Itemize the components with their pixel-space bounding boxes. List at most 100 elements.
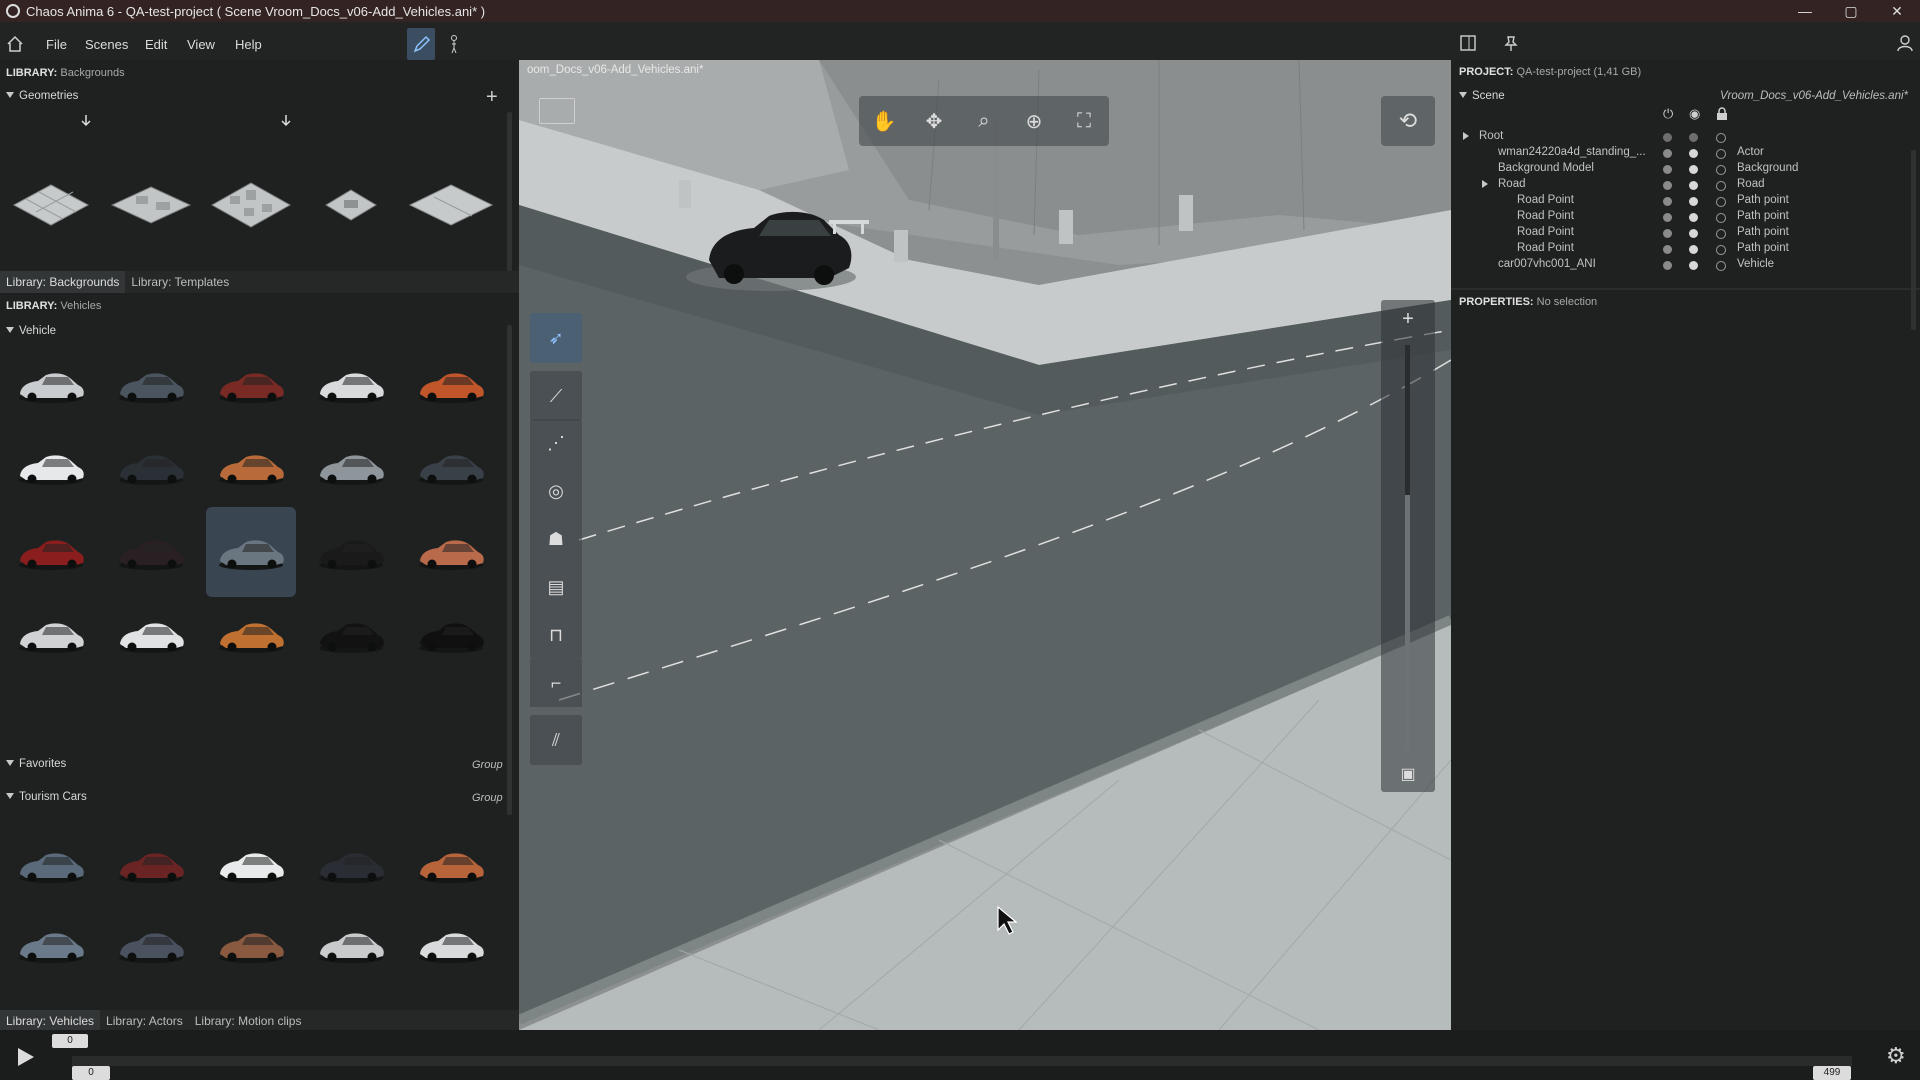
enable-toggle[interactable] <box>1663 197 1672 206</box>
scene-tree-item[interactable]: Road <box>1498 178 1526 190</box>
section-geometries[interactable]: Geometries <box>6 90 78 102</box>
tourism-car-thumb[interactable] <box>306 900 396 990</box>
visibility-toggle[interactable] <box>1689 181 1698 190</box>
scene-tree-item[interactable]: car007vhc001_ANI <box>1498 258 1596 270</box>
scene-tree-item[interactable]: Road Point <box>1517 242 1574 254</box>
lock-toggle[interactable] <box>1716 245 1726 255</box>
zoom-icon[interactable]: ⌕ <box>968 110 1000 133</box>
geometry-thumb[interactable] <box>406 160 496 250</box>
current-frame[interactable]: 0 <box>52 1034 88 1048</box>
escalator-icon[interactable]: ▤ <box>530 563 582 611</box>
vehicle-thumb[interactable] <box>406 590 496 680</box>
vehicle-thumb[interactable] <box>106 340 196 430</box>
enable-toggle[interactable] <box>1663 165 1672 174</box>
tourism-car-thumb[interactable] <box>106 900 196 990</box>
panel-toggle-icon[interactable] <box>1459 34 1477 52</box>
lock-toggle[interactable] <box>1716 197 1726 207</box>
tourism-car-thumb[interactable] <box>406 900 496 990</box>
menu-edit[interactable]: Edit <box>145 37 167 52</box>
3d-viewport[interactable]: oom_Docs_v06-Add_Vehicles.ani* ✋ ✥ ⌕ ⊕ ⛶… <box>519 60 1451 1030</box>
edit-mode-button[interactable] <box>407 28 435 60</box>
zoom-slider[interactable]: + ▣ <box>1381 300 1435 792</box>
scene-tree-item[interactable]: Background Model <box>1498 162 1594 174</box>
maximize-button[interactable]: ▢ <box>1828 0 1874 22</box>
tab-library-actors[interactable]: Library: Actors <box>100 1010 189 1032</box>
vehicle-thumb[interactable] <box>406 422 496 512</box>
scrollbar[interactable] <box>507 112 512 278</box>
enable-toggle[interactable] <box>1663 181 1672 190</box>
image-preview-icon[interactable]: ▣ <box>1381 764 1435 784</box>
lock-toggle[interactable] <box>1716 181 1726 191</box>
close-button[interactable]: ✕ <box>1874 0 1920 22</box>
geometry-thumb[interactable] <box>306 160 396 250</box>
select-tool-button[interactable]: ➶ <box>530 313 582 363</box>
enable-toggle[interactable] <box>1663 261 1672 270</box>
tab-library-vehicles[interactable]: Library: Vehicles <box>0 1010 101 1032</box>
geometry-thumb[interactable] <box>206 160 296 250</box>
draw-path-tool-button[interactable]: ⟋ <box>530 371 582 421</box>
visibility-toggle[interactable] <box>1689 133 1698 142</box>
reset-view-button[interactable]: ⟲ <box>1381 96 1435 146</box>
scrollbar[interactable] <box>1911 150 1916 330</box>
edit-points-icon[interactable]: ⋰ <box>530 419 582 467</box>
visibility-toggle[interactable] <box>1689 245 1698 254</box>
vehicle-thumb[interactable] <box>306 340 396 430</box>
visibility-eye-icon[interactable]: ◉ <box>1689 106 1700 122</box>
vehicle-thumb[interactable] <box>306 507 396 597</box>
vehicle-thumb[interactable] <box>406 507 496 597</box>
minimize-button[interactable]: — <box>1782 0 1828 22</box>
home-icon[interactable] <box>6 35 24 53</box>
tourism-car-thumb[interactable] <box>6 820 96 910</box>
lock-toggle[interactable] <box>1716 149 1726 159</box>
menu-help[interactable]: Help <box>235 37 262 52</box>
zoom-region-icon[interactable]: ⊕ <box>1018 109 1050 134</box>
lock-toggle[interactable] <box>1716 165 1726 175</box>
vehicle-thumb[interactable] <box>306 422 396 512</box>
tab-library-templates[interactable]: Library: Templates <box>125 271 235 293</box>
timeline-track[interactable] <box>72 1056 1852 1066</box>
rotate-object-icon[interactable]: ◎ <box>530 467 582 515</box>
group-label[interactable]: Group <box>472 759 503 771</box>
visibility-toggle[interactable] <box>1689 165 1698 174</box>
expand-triangle-icon[interactable] <box>1482 180 1488 188</box>
lock-toggle[interactable] <box>1716 213 1726 223</box>
tab-library-motion-clips[interactable]: Library: Motion clips <box>189 1010 308 1032</box>
vehicle-thumb[interactable] <box>6 340 96 430</box>
expand-triangle-icon[interactable] <box>1463 132 1469 140</box>
frame-all-icon[interactable]: ⛶ <box>1068 110 1100 133</box>
tourism-car-thumb[interactable] <box>6 900 96 990</box>
visibility-toggle[interactable] <box>1689 229 1698 238</box>
section-favorites[interactable]: Favorites <box>6 758 66 770</box>
section-tourism-cars[interactable]: Tourism Cars <box>6 791 87 803</box>
tab-library-backgrounds[interactable]: Library: Backgrounds <box>0 271 126 293</box>
vehicle-thumb[interactable] <box>6 507 96 597</box>
scene-tree-item[interactable]: Road Point <box>1517 210 1574 222</box>
section-vehicle[interactable]: Vehicle <box>6 325 56 337</box>
crowd-icon[interactable]: ☗ <box>530 515 582 563</box>
visibility-toggle[interactable] <box>1689 261 1698 270</box>
enable-toggle[interactable] <box>1663 229 1672 238</box>
menu-scenes[interactable]: Scenes <box>85 37 128 52</box>
scene-tree-item[interactable]: Road Point <box>1517 194 1574 206</box>
pan-hand-icon[interactable]: ✋ <box>868 109 900 134</box>
tourism-car-thumb[interactable] <box>106 820 196 910</box>
lock-toggle[interactable] <box>1716 133 1726 143</box>
user-icon[interactable] <box>1896 34 1914 52</box>
vehicle-thumb[interactable] <box>206 422 296 512</box>
tourism-car-thumb[interactable] <box>206 820 296 910</box>
road-tool-button[interactable]: ⫽ <box>530 715 582 765</box>
vehicle-thumb[interactable] <box>106 507 196 597</box>
vehicle-thumb[interactable] <box>206 507 296 597</box>
scene-tree-item[interactable]: wman24220a4d_standing_... <box>1498 146 1646 158</box>
lock-icon[interactable] <box>1716 107 1728 121</box>
crosswalk-icon[interactable]: ⊓ <box>530 611 582 659</box>
zoom-plus-icon[interactable]: + <box>1381 308 1435 331</box>
enable-toggle[interactable] <box>1663 149 1672 158</box>
group-label[interactable]: Group <box>472 792 503 804</box>
start-frame[interactable]: 0 <box>72 1066 110 1080</box>
vehicle-thumb[interactable] <box>6 422 96 512</box>
scene-tree-item[interactable]: Root <box>1479 130 1503 142</box>
pin-icon[interactable] <box>1502 34 1520 52</box>
vehicle-thumb[interactable] <box>206 590 296 680</box>
camera-view-icon[interactable] <box>539 98 575 124</box>
